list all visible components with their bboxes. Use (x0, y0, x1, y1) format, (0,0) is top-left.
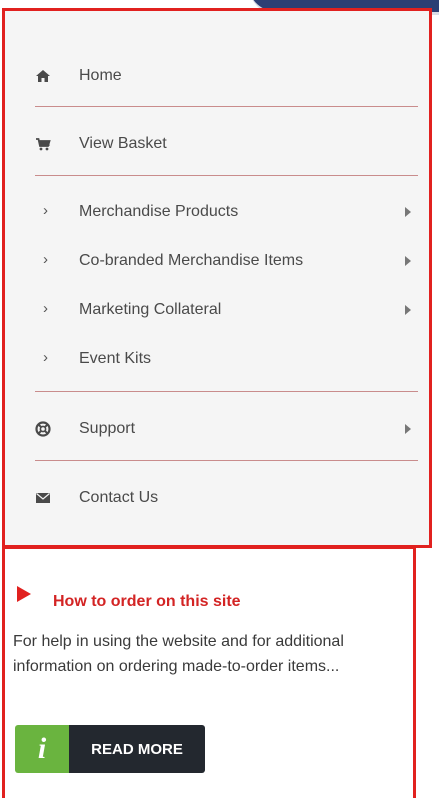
flag-icon (17, 586, 31, 602)
chevron-right-icon: › (43, 349, 48, 366)
side-menu: Home View Basket › Merchandise Products … (2, 8, 432, 548)
menu-item-contact-us[interactable]: Contact Us (5, 483, 429, 513)
how-to-order-panel: How to order on this site For help in us… (2, 546, 416, 798)
chevron-right-icon: › (43, 202, 48, 219)
read-more-label: READ MORE (69, 725, 205, 773)
menu-item-label: Marketing Collateral (79, 301, 222, 318)
submenu-arrow-icon (405, 424, 411, 434)
chevron-right-icon: › (43, 251, 48, 268)
menu-item-label: Contact Us (79, 489, 159, 506)
info-text: For help in using the website and for ad… (13, 633, 344, 675)
cart-icon (35, 136, 51, 152)
menu-item-label: View Basket (79, 135, 167, 152)
envelope-icon (35, 490, 51, 506)
menu-item-home[interactable]: Home (5, 61, 429, 91)
menu-item-label: Co-branded Merchandise Items (79, 252, 304, 269)
menu-item-merchandise-products[interactable]: › Merchandise Products (5, 197, 429, 227)
menu-item-marketing-collateral[interactable]: › Marketing Collateral (5, 295, 429, 325)
menu-item-label: Merchandise Products (79, 203, 239, 220)
menu-item-label: Home (79, 67, 122, 84)
info-title: How to order on this site (53, 593, 241, 610)
submenu-arrow-icon (405, 256, 411, 266)
menu-item-label: Event Kits (79, 350, 152, 367)
menu-divider (35, 460, 418, 461)
read-more-button[interactable]: i READ MORE (15, 725, 205, 773)
chevron-right-icon: › (43, 300, 48, 317)
submenu-arrow-icon (405, 305, 411, 315)
menu-item-event-kits[interactable]: › Event Kits (5, 344, 429, 374)
menu-item-support[interactable]: Support (5, 414, 429, 444)
menu-item-co-branded-merchandise[interactable]: › Co-branded Merchandise Items (5, 246, 429, 276)
lifebuoy-icon (35, 421, 51, 437)
menu-item-view-basket[interactable]: View Basket (5, 129, 429, 159)
menu-divider (35, 391, 418, 392)
menu-divider (35, 175, 418, 176)
menu-item-label: Support (79, 420, 136, 437)
info-icon-letter: i (37, 732, 47, 765)
home-icon (35, 68, 51, 84)
info-icon: i (15, 725, 69, 773)
menu-divider (35, 106, 418, 107)
submenu-arrow-icon (405, 207, 411, 217)
